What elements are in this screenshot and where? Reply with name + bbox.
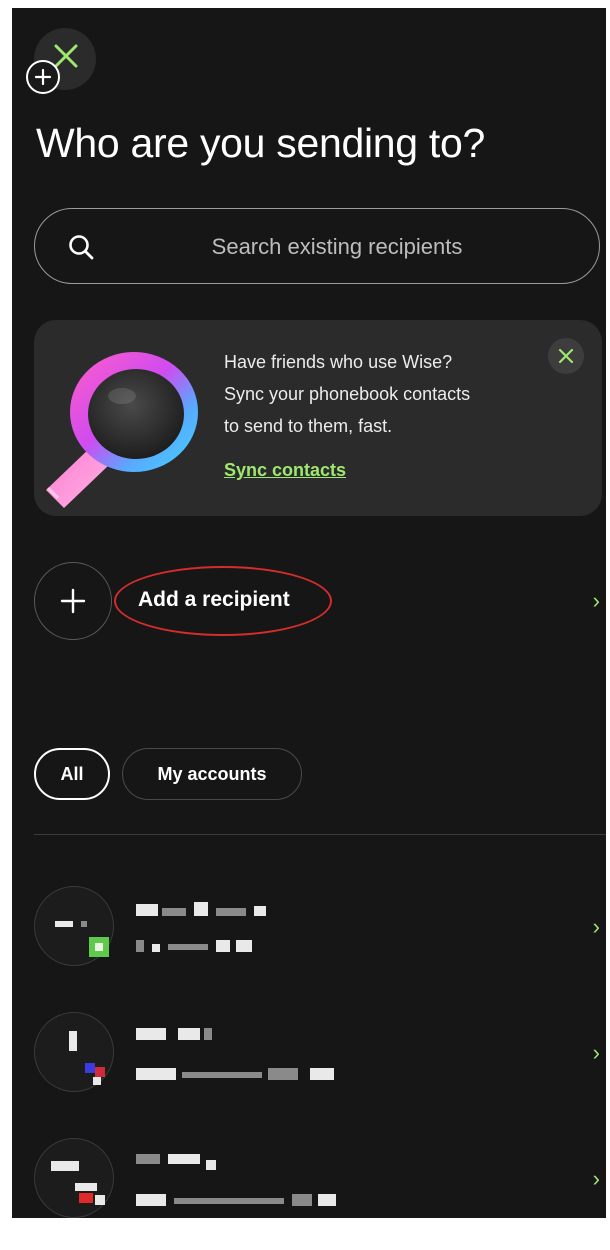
promo-text: Have friends who use Wise? Sync your pho… bbox=[224, 346, 554, 442]
promo-line: to send to them, fast. bbox=[224, 416, 393, 436]
chevron-right-icon: › bbox=[592, 1166, 600, 1191]
add-recipient-icon-circle bbox=[34, 562, 112, 640]
promo-line: Have friends who use Wise? bbox=[224, 352, 453, 372]
flag-badge bbox=[85, 1063, 95, 1073]
chevron-right-icon: › bbox=[592, 1040, 600, 1065]
chevron-right-icon: › bbox=[592, 914, 600, 939]
highlight-annotation bbox=[114, 566, 332, 636]
search-bar[interactable] bbox=[34, 208, 600, 285]
magnifying-glass-illustration bbox=[46, 352, 198, 508]
chevron-right-icon: › bbox=[592, 588, 600, 613]
home-indicator[interactable] bbox=[196, 1226, 416, 1232]
promo-line: Sync your phonebook contacts bbox=[224, 384, 471, 404]
send-to-screen: Who are you sending to? Search existing … bbox=[12, 8, 606, 1226]
recipient-row[interactable]: › bbox=[34, 1012, 606, 1102]
flag-badge bbox=[79, 1193, 93, 1203]
filter-all-chip[interactable]: All bbox=[34, 748, 110, 800]
plus-icon bbox=[35, 69, 51, 85]
sync-contacts-card: Have friends who use Wise? Sync your pho… bbox=[34, 320, 602, 516]
add-recipient-row[interactable]: Add a recipient › bbox=[34, 562, 606, 642]
dismiss-promo-button[interactable] bbox=[548, 338, 584, 374]
add-overlay-button[interactable] bbox=[26, 60, 60, 94]
filter-my-accounts-chip[interactable]: My accounts bbox=[122, 748, 302, 800]
sync-contacts-link[interactable]: Sync contacts bbox=[224, 460, 346, 481]
search-icon bbox=[69, 235, 94, 260]
avatar bbox=[34, 1138, 114, 1218]
avatar bbox=[34, 1012, 114, 1092]
recipient-row[interactable]: › bbox=[34, 1138, 606, 1226]
avatar bbox=[34, 886, 114, 966]
list-divider bbox=[34, 834, 606, 835]
search-input[interactable] bbox=[115, 209, 559, 285]
bottom-safe-area bbox=[12, 1218, 606, 1250]
page-title: Who are you sending to? bbox=[36, 120, 485, 166]
recipient-row[interactable]: › bbox=[34, 886, 606, 976]
plus-icon bbox=[60, 588, 86, 614]
close-icon bbox=[558, 348, 574, 364]
